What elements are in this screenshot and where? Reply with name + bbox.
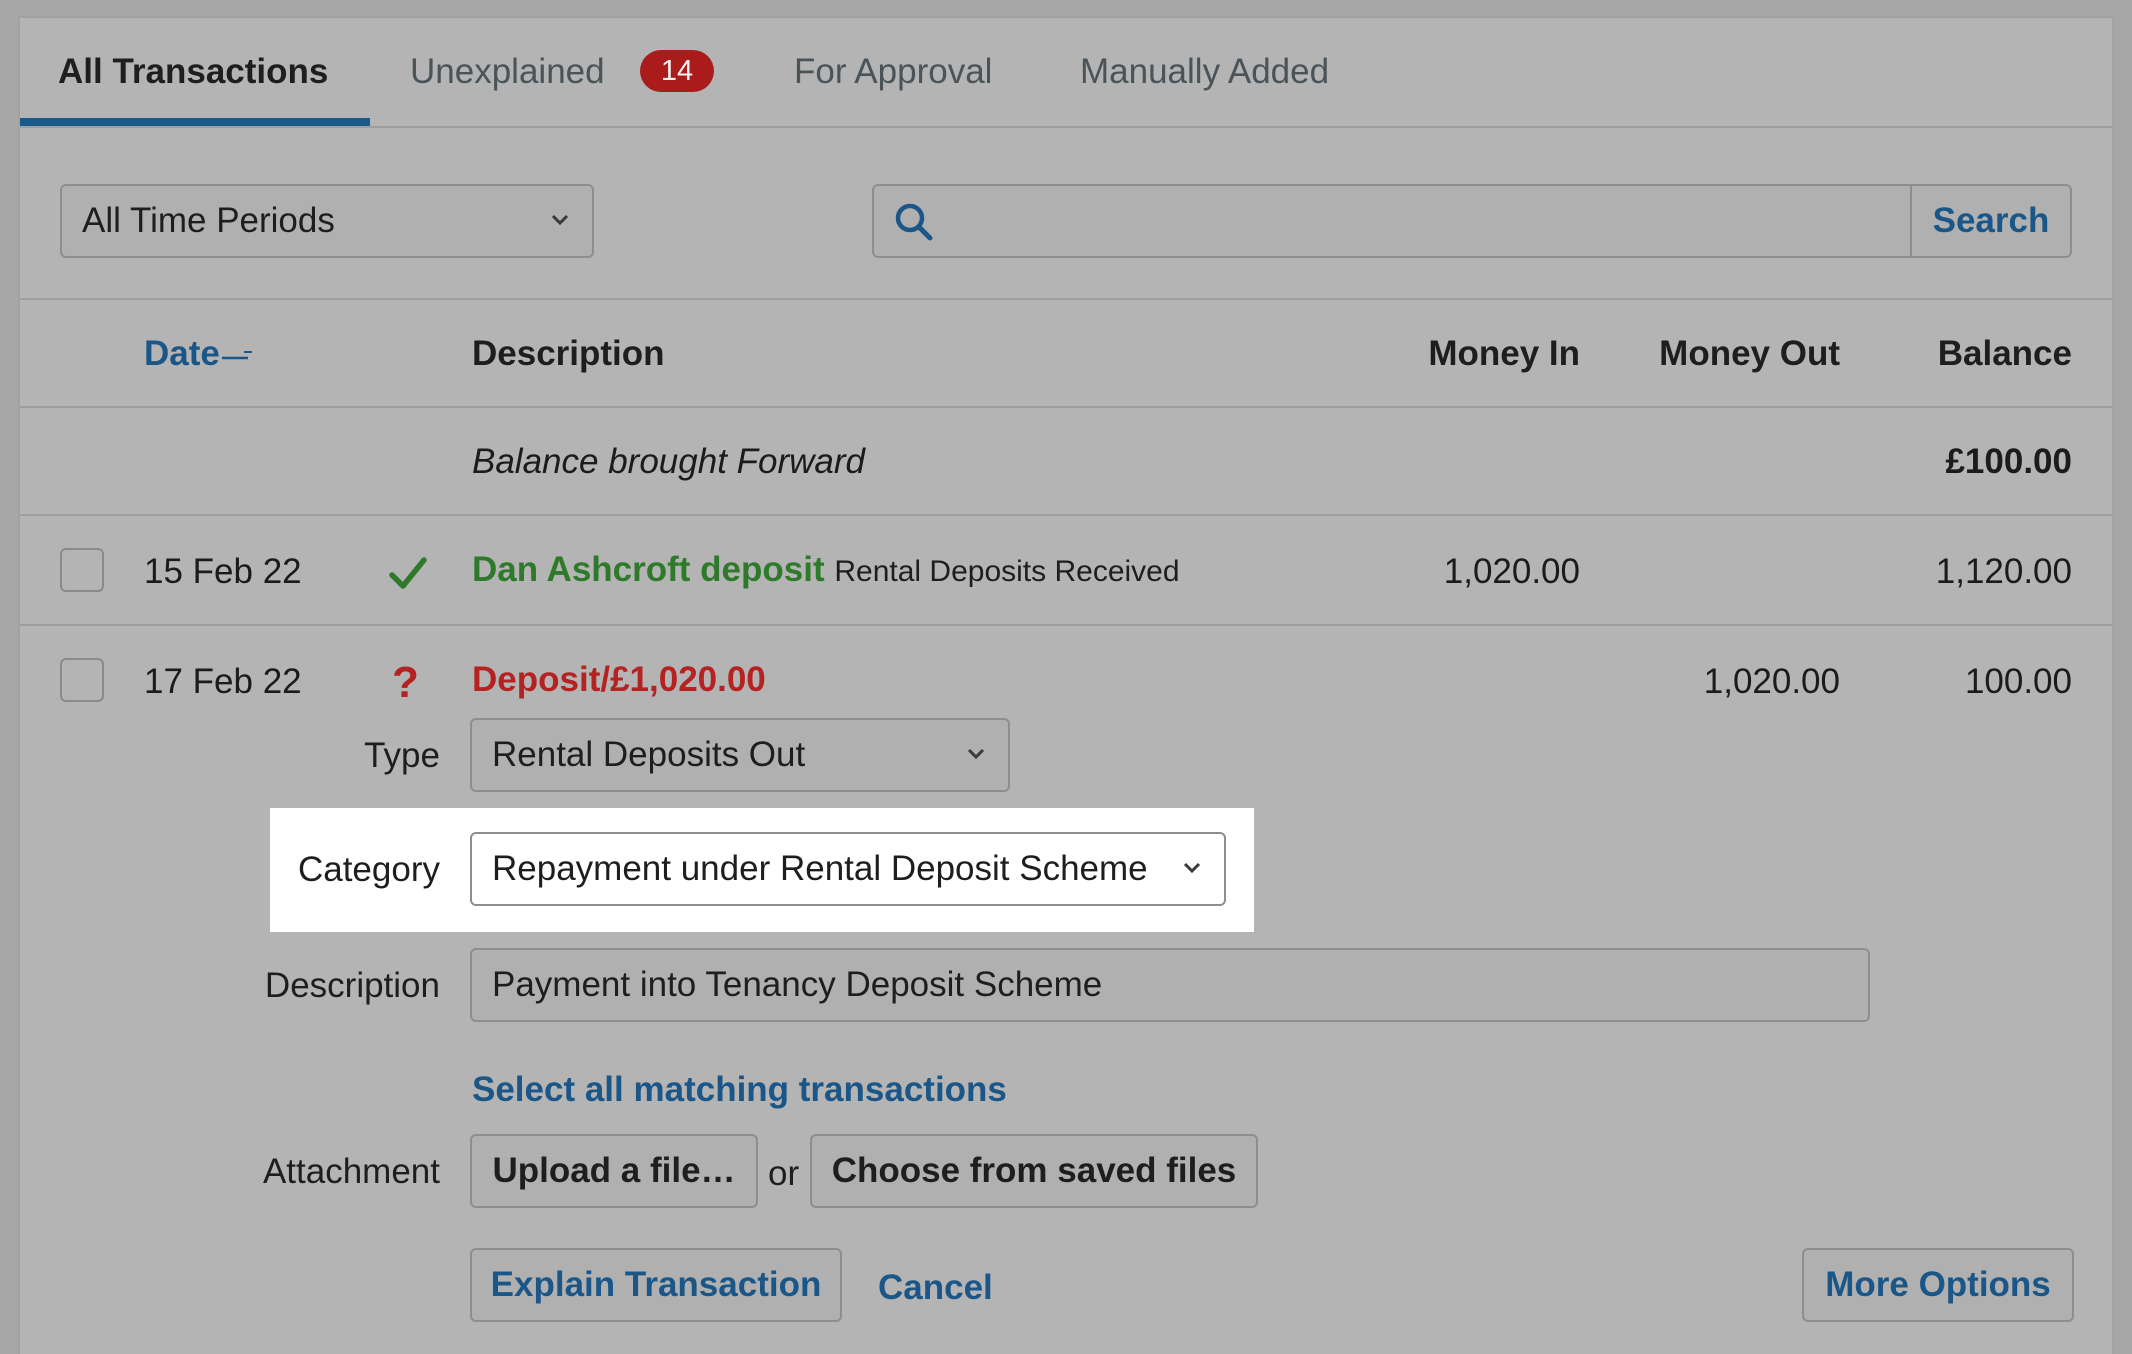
row-checkbox[interactable]	[60, 548, 104, 592]
row-money-out: 1,020.00	[1703, 662, 1840, 701]
category-value: Repayment under Rental Deposit Scheme	[492, 849, 1148, 888]
time-period-select[interactable]: All Time Periods	[60, 184, 594, 258]
row-date: 17 Feb 22	[144, 662, 302, 701]
unexplained-count-badge: 14	[640, 50, 714, 92]
balance-forward-row: Balance brought Forward £100.00	[20, 408, 2112, 516]
type-value: Rental Deposits Out	[492, 735, 806, 774]
balance-forward-amount: £100.00	[1945, 442, 2072, 481]
chevron-down-icon	[967, 748, 985, 760]
chevron-down-icon	[1183, 862, 1201, 874]
attachment-label: Attachment	[262, 1152, 440, 1191]
table-header: Date Description Money In Money Out Bala…	[20, 300, 2112, 408]
tab-unexplained[interactable]: Unexplained	[410, 52, 605, 92]
chevron-down-icon	[551, 214, 569, 226]
row-balance: 100.00	[1964, 662, 2072, 701]
description-label: Description	[264, 966, 440, 1005]
description-column-header: Description	[472, 334, 665, 373]
tab-manually-added[interactable]: Manually Added	[1080, 52, 1329, 92]
sort-icon	[221, 350, 252, 359]
money-out-column-header: Money Out	[1659, 334, 1840, 373]
row-balance: 1,120.00	[1935, 552, 2072, 591]
category-select[interactable]: Repayment under Rental Deposit Scheme	[470, 832, 1226, 906]
explain-transaction-button[interactable]: Explain Transaction	[470, 1248, 842, 1322]
or-text: or	[768, 1154, 800, 1193]
date-header-label: Date	[144, 334, 220, 373]
time-period-value: All Time Periods	[82, 201, 335, 240]
table-row[interactable]: 15 Feb 22 Dan Ashcroft deposit Rental De…	[20, 516, 2112, 626]
search-button[interactable]: Search	[1910, 186, 2070, 256]
search-input[interactable]	[954, 186, 1904, 256]
row-date: 15 Feb 22	[144, 552, 302, 591]
cancel-link[interactable]: Cancel	[878, 1268, 993, 1308]
transaction-category: Rental Deposits Received	[834, 555, 1180, 588]
transaction-title-link[interactable]: Dan Ashcroft deposit	[472, 550, 825, 589]
transactions-panel: All Transactions Unexplained 14 For Appr…	[18, 16, 2114, 1354]
question-mark-icon: ?	[392, 658, 419, 707]
row-money-in: 1,020.00	[1443, 552, 1580, 591]
balance-forward-label: Balance brought Forward	[472, 442, 865, 481]
choose-saved-files-button[interactable]: Choose from saved files	[810, 1134, 1258, 1208]
tab-all-transactions[interactable]: All Transactions	[58, 52, 328, 92]
category-label: Category	[297, 850, 440, 889]
select-all-matching-link[interactable]: Select all matching transactions	[472, 1070, 1007, 1110]
filter-bar: All Time Periods Search	[20, 128, 2112, 300]
type-select[interactable]: Rental Deposits Out	[470, 718, 1010, 792]
row-description: Dan Ashcroft deposit Rental Deposits Rec…	[472, 550, 1180, 590]
type-label: Type	[364, 736, 440, 775]
transaction-title-link[interactable]: Deposit/£1,020.00	[472, 660, 766, 700]
tab-for-approval[interactable]: For Approval	[794, 52, 992, 92]
description-input[interactable]: Payment into Tenancy Deposit Scheme	[470, 948, 1870, 1022]
search-icon	[895, 203, 933, 241]
more-options-button[interactable]: More Options	[1802, 1248, 2074, 1322]
active-tab-indicator	[20, 118, 370, 126]
row-checkbox[interactable]	[60, 658, 104, 702]
upload-file-button[interactable]: Upload a file…	[470, 1134, 758, 1208]
balance-column-header: Balance	[1937, 334, 2072, 373]
date-column-header[interactable]: Date	[144, 334, 256, 374]
search-box: Search	[872, 184, 2072, 258]
checkmark-icon	[389, 557, 427, 589]
money-in-column-header: Money In	[1428, 334, 1580, 373]
tab-bar: All Transactions Unexplained 14 For Appr…	[20, 18, 2112, 128]
